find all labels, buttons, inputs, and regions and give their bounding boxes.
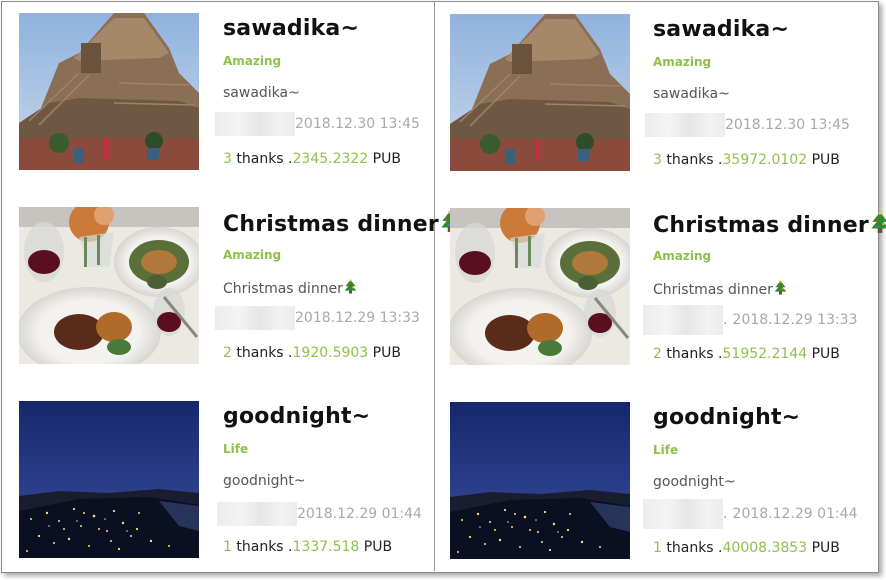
post-category[interactable]: Life [653,443,678,457]
post-card[interactable]: goodnight~ Life goodnight~ 2018.12.29 01… [2,388,432,558]
post-title-text: Christmas dinner [653,213,869,238]
post-category[interactable]: Life [223,442,248,456]
post-stats: 2 thanks .1920.5903 PUB [223,345,401,361]
thanks-count: 1 [653,540,662,556]
post-card[interactable]: Christmas dinner Amazing Christmas dinne… [433,195,863,365]
post-body-text: Christmas dinner [223,281,343,297]
author-name-blurred [217,502,297,526]
post-thumbnail-dinner[interactable] [19,207,199,364]
reward-amount: 2345.2322 [292,151,369,167]
thanks-count: 1 [223,539,232,555]
post-card[interactable]: Christmas dinner Amazing Christmas dinne… [2,194,432,364]
author-name-blurred [643,499,723,529]
meta-separator: . [723,312,728,328]
post-body: goodnight~ [653,474,736,490]
christmas-tree-icon [343,279,358,295]
post-title[interactable]: sawadika~ [223,16,359,41]
thanks-count: 2 [653,346,662,362]
post-card[interactable]: sawadika~ Amazing sawadika~ 2018.12.30 1… [2,0,432,170]
post-stats: 1 thanks .1337.518 PUB [223,539,392,555]
post-title-text: Christmas dinner [223,212,439,237]
meta-separator: . [723,506,728,522]
post-body: Christmas dinner [653,280,788,298]
thanks-count: 2 [223,345,232,361]
post-meta: 2018.12.29 01:44 [217,502,422,528]
post-card[interactable]: sawadika~ Amazing sawadika~ 2018.12.30 1… [433,1,863,171]
post-stats: 3 thanks .2345.2322 PUB [223,151,401,167]
reward-amount: 1920.5903 [292,345,369,361]
post-title[interactable]: sawadika~ [653,17,789,42]
currency-label: PUB [811,152,840,168]
post-date: 2018.12.29 13:33 [295,310,420,326]
currency-label: PUB [811,540,840,556]
currency-label: PUB [363,539,393,555]
post-thumbnail-city-night[interactable] [19,401,199,558]
post-body: sawadika~ [653,86,730,102]
right-column: sawadika~ Amazing sawadika~ 2018.12.30 1… [433,0,863,570]
thanks-label: thanks [236,539,284,555]
post-body: goodnight~ [223,473,306,489]
reward-amount: 51952.2144 [722,346,808,362]
post-title[interactable]: Christmas dinner [223,210,461,237]
post-meta: 2018.12.30 13:45 [215,112,420,138]
thanks-label: thanks [666,152,714,168]
reward-amount: 40008.3853 [722,540,808,556]
christmas-tree-icon [869,211,886,235]
christmas-tree-icon [773,280,788,296]
post-body: Christmas dinner [223,279,358,297]
post-thumbnail-temple[interactable] [450,14,630,171]
post-meta: 2018.12.30 13:45 [645,113,850,139]
thanks-label: thanks [666,540,714,556]
post-body: sawadika~ [223,85,300,101]
post-category[interactable]: Amazing [653,55,711,69]
post-thumbnail-city-night[interactable] [450,402,630,559]
post-title[interactable]: Christmas dinner [653,211,886,238]
thanks-label: thanks [666,346,714,362]
post-thumbnail-dinner[interactable] [450,208,630,365]
post-meta: . 2018.12.29 13:33 [643,305,858,335]
author-name-blurred [215,112,295,136]
post-date: 2018.12.29 13:33 [732,312,858,328]
post-category[interactable]: Amazing [223,248,281,262]
post-date: 2018.12.29 01:44 [732,506,858,522]
left-column: sawadika~ Amazing sawadika~ 2018.12.30 1… [2,0,432,570]
post-meta: . 2018.12.29 01:44 [643,499,858,529]
post-thumbnail-temple[interactable] [19,13,199,170]
post-date: 2018.12.30 13:45 [725,117,850,133]
post-title[interactable]: goodnight~ [223,404,370,429]
post-title[interactable]: goodnight~ [653,405,800,430]
thanks-label: thanks [236,151,284,167]
currency-label: PUB [372,151,401,167]
post-meta: 2018.12.29 13:33 [215,306,420,332]
post-card[interactable]: goodnight~ Life goodnight~ . 2018.12.29 … [433,389,863,559]
post-stats: 3 thanks .35972.0102 PUB [653,152,840,168]
post-stats: 2 thanks .51952.2144 PUB [653,346,840,362]
post-category[interactable]: Amazing [653,249,711,263]
post-category[interactable]: Amazing [223,54,281,68]
thanks-count: 3 [223,151,232,167]
post-stats: 1 thanks .40008.3853 PUB [653,540,840,556]
currency-label: PUB [811,346,840,362]
thanks-label: thanks [236,345,284,361]
currency-label: PUB [372,345,401,361]
thanks-count: 3 [653,152,662,168]
post-date: 2018.12.29 01:44 [297,506,422,522]
post-body-text: Christmas dinner [653,282,773,298]
post-date: 2018.12.30 13:45 [295,116,420,132]
reward-amount: 35972.0102 [722,152,808,168]
author-name-blurred [643,305,723,335]
author-name-blurred [645,113,725,137]
author-name-blurred [215,306,295,330]
reward-amount: 1337.518 [292,539,360,555]
